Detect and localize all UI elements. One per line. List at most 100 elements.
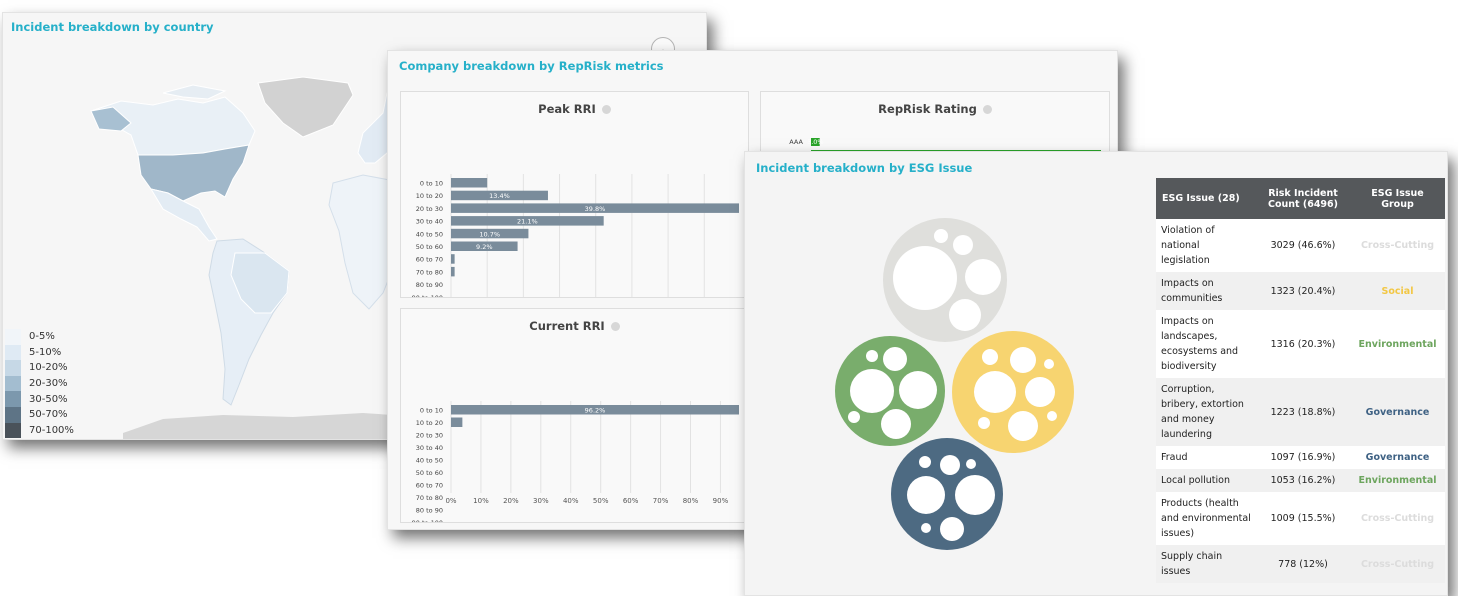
y-tick-label: 50 to 60 xyxy=(416,243,443,251)
bubble-group-governance[interactable] xyxy=(891,438,1003,550)
legend-item[interactable]: 20-30% xyxy=(5,375,74,392)
bar-data-label: 3.0% xyxy=(807,138,824,146)
esg-issue-cell: Corruption, bribery, extortion and money… xyxy=(1156,378,1256,446)
y-tick-label: 60 to 70 xyxy=(416,256,443,264)
issue-group-cell: Environmental xyxy=(1350,310,1445,378)
esg-issue-cell: Fraud xyxy=(1156,446,1256,469)
incident-count-cell: 778 (12%) xyxy=(1256,545,1350,583)
legend-swatch xyxy=(5,360,21,376)
issue-group-cell: Cross-Cutting xyxy=(1350,545,1445,583)
table-row[interactable]: Violation of national legislation 3029 (4… xyxy=(1156,219,1445,272)
map-legend: 0-5% 5-10% 10-20% 20-30% 30-50% 50-70% 70-100% xyxy=(5,329,74,439)
bar-data-label: 13.4% xyxy=(489,192,510,200)
y-tick-label: 20 to 30 xyxy=(416,432,443,440)
table-row[interactable]: Products (health and environmental issue… xyxy=(1156,492,1445,545)
x-tick-label: 30% xyxy=(533,497,549,505)
legend-item[interactable]: 50-70% xyxy=(5,406,74,423)
incident-count-cell: 1316 (20.3%) xyxy=(1256,310,1350,378)
legend-item[interactable]: 30-50% xyxy=(5,391,74,407)
col-header-incident-count[interactable]: Risk Incident Count (6496) xyxy=(1256,178,1350,219)
legend-item[interactable]: 0-5% xyxy=(5,329,74,345)
esg-issue-cell: Products (health and environmental issue… xyxy=(1156,492,1256,545)
incident-count-cell: 1053 (16.2%) xyxy=(1256,469,1350,492)
map-country-greenland[interactable] xyxy=(257,76,354,138)
esg-issue-cell: Local pollution xyxy=(1156,469,1256,492)
legend-swatch xyxy=(5,391,21,407)
metrics-panel-title: Company breakdown by RepRisk metrics xyxy=(399,59,664,73)
peak-rri-chart: 0%5%10%15%20%25%30%35%0 to 1010 to 2013.… xyxy=(412,174,739,298)
bar xyxy=(451,266,455,277)
issue-group-cell: Governance xyxy=(1350,446,1445,469)
legend-label: 10-20% xyxy=(29,362,68,374)
table-row[interactable]: Supply chain issues 778 (12%) Cross-Cuttin… xyxy=(1156,545,1445,583)
x-tick-label: 80% xyxy=(683,497,699,505)
issue-group-cell: Environmental xyxy=(1350,469,1445,492)
legend-label: 20-30% xyxy=(29,378,68,390)
table-row[interactable]: Fraud 1097 (16.9%) Governance xyxy=(1156,446,1445,469)
y-tick-label: 90 to 100 xyxy=(412,294,443,298)
col-header-esg-issue[interactable]: ESG Issue (28) xyxy=(1156,178,1256,219)
esg-issue-cell: Supply chain issues xyxy=(1156,545,1256,583)
bubble-group-social[interactable] xyxy=(952,331,1074,453)
bar xyxy=(451,254,455,264)
legend-swatch xyxy=(5,329,21,345)
esg-issue-panel: Incident breakdown by ESG Issue ESG Issu… xyxy=(744,151,1448,596)
bar-data-label: 21.1% xyxy=(517,218,538,226)
esg-issue-cell: Impacts on landscapes, ecosystems and bi… xyxy=(1156,310,1256,378)
y-tick-label: 80 to 90 xyxy=(416,281,443,289)
legend-swatch xyxy=(5,422,21,439)
incident-count-cell: 1009 (15.5%) xyxy=(1256,492,1350,545)
peak-rri-card: Peak RRI 0%5%10%15%20%25%30%35%0 to 1010… xyxy=(400,91,749,298)
y-tick-label: 90 to 100 xyxy=(412,519,443,523)
x-tick-label: 40% xyxy=(563,497,579,505)
x-tick-label: 50% xyxy=(593,497,609,505)
y-tick-label: 50 to 60 xyxy=(416,469,443,477)
esg-bubble-chart[interactable] xyxy=(745,152,1155,596)
bar-data-label: 10.7% xyxy=(479,230,500,238)
y-tick-label: AAA xyxy=(789,138,803,146)
legend-swatch xyxy=(5,344,21,361)
issue-group-cell: Governance xyxy=(1350,378,1445,446)
table-row[interactable]: Impacts on communities 1323 (20.4%) Social xyxy=(1156,272,1445,310)
bubble-group-cross-cutting[interactable] xyxy=(883,218,1007,342)
y-tick-label: 60 to 70 xyxy=(416,482,443,490)
table-row[interactable]: Corruption, bribery, extortion and money… xyxy=(1156,378,1445,446)
bar-data-label: 96.2% xyxy=(585,407,606,415)
x-tick-label: 70% xyxy=(653,497,669,505)
y-tick-label: 30 to 40 xyxy=(416,444,443,452)
y-tick-label: 0 to 10 xyxy=(420,180,443,188)
table-header-row: ESG Issue (28) Risk Incident Count (6496… xyxy=(1156,178,1445,219)
legend-item[interactable]: 70-100% xyxy=(5,422,74,439)
map-arctic-islands xyxy=(162,84,227,100)
issue-group-cell: Cross-Cutting xyxy=(1350,219,1445,272)
legend-label: 70-100% xyxy=(29,424,74,436)
table-row[interactable]: Local pollution 1053 (16.2%) Environmental xyxy=(1156,469,1445,492)
legend-item[interactable]: 10-20% xyxy=(5,360,74,376)
legend-swatch xyxy=(5,406,21,423)
legend-label: 5-10% xyxy=(29,346,62,358)
col-header-issue-group[interactable]: ESG Issue Group xyxy=(1350,178,1445,219)
x-tick-label: 0% xyxy=(445,497,456,505)
map-panel-title: Incident breakdown by country xyxy=(11,20,214,34)
y-tick-label: 10 to 20 xyxy=(416,192,443,200)
incident-count-cell: 3029 (46.6%) xyxy=(1256,219,1350,272)
bar-data-label: 9.2% xyxy=(476,243,493,251)
issue-group-cell: Cross-Cutting xyxy=(1350,492,1445,545)
y-tick-label: 10 to 20 xyxy=(416,419,443,427)
legend-swatch xyxy=(5,375,21,392)
legend-label: 0-5% xyxy=(29,331,55,343)
legend-item[interactable]: 5-10% xyxy=(5,344,74,361)
x-tick-label: 60% xyxy=(623,497,639,505)
y-tick-label: 70 to 80 xyxy=(416,268,443,276)
esg-issue-cell: Impacts on communities xyxy=(1156,272,1256,310)
issue-group-cell: Social xyxy=(1350,272,1445,310)
y-tick-label: 30 to 40 xyxy=(416,218,443,226)
y-tick-label: 0 to 10 xyxy=(420,407,443,415)
bar-data-label: 39.8% xyxy=(585,205,606,213)
table-row[interactable]: Impacts on landscapes, ecosystems and bi… xyxy=(1156,310,1445,378)
bar xyxy=(451,178,488,188)
y-tick-label: 80 to 90 xyxy=(416,507,443,515)
x-tick-label: 10% xyxy=(473,497,489,505)
bubble-group-environmental[interactable] xyxy=(835,336,945,446)
current-rri-chart: 0% 10% 20% 30% 40% 50% 60% 70% 80% 90% 0 to 10 96.2… xyxy=(412,401,739,523)
